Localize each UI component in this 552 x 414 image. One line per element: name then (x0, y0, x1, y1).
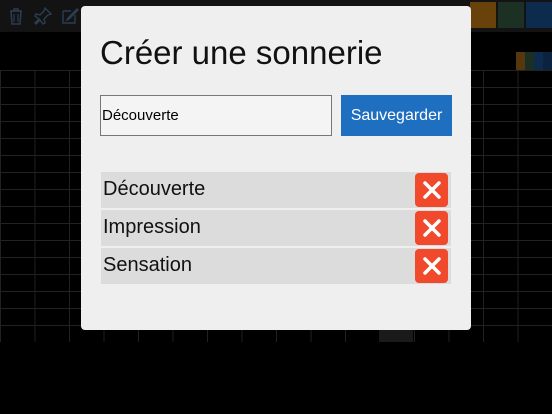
list-item[interactable]: Découverte (101, 172, 451, 208)
close-icon (422, 257, 441, 275)
delete-button[interactable] (415, 211, 448, 245)
list-item-label: Impression (103, 216, 201, 238)
close-icon (422, 181, 441, 199)
list-item[interactable]: Sensation (101, 248, 451, 284)
ringtone-list: Découverte Impression Sensation (101, 172, 451, 286)
create-ringtone-dialog: Créer une sonnerie Sauvegarder Découvert… (81, 6, 471, 330)
list-item-label: Découverte (103, 178, 206, 200)
delete-button[interactable] (415, 173, 448, 207)
list-item-label: Sensation (103, 254, 192, 276)
save-button[interactable]: Sauvegarder (341, 95, 452, 136)
list-item[interactable]: Impression (101, 210, 451, 246)
close-icon (422, 219, 441, 237)
delete-button[interactable] (415, 249, 448, 283)
dialog-title: Créer une sonnerie (100, 34, 383, 71)
ringtone-name-input[interactable] (100, 95, 332, 136)
